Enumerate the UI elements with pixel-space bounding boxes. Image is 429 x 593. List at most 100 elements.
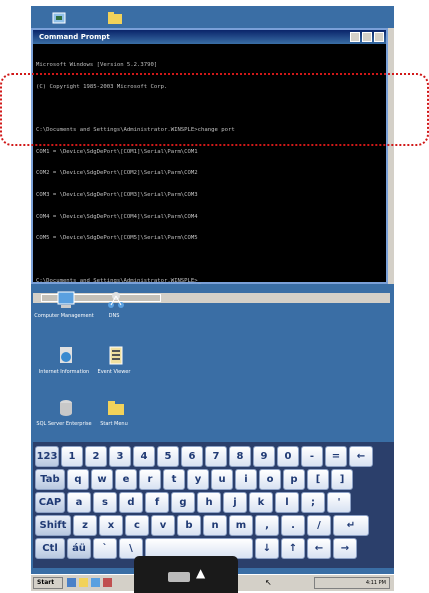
key-char[interactable]: 0 xyxy=(277,446,299,467)
globe-icon xyxy=(57,346,75,366)
system-tray: 4:11 PM xyxy=(314,577,390,589)
computer-icon xyxy=(57,290,75,310)
key-char[interactable]: t xyxy=(163,469,185,490)
key-char[interactable]: . xyxy=(281,515,305,536)
key-char[interactable]: 2 xyxy=(85,446,107,467)
database-icon xyxy=(57,398,75,418)
console-line: COM3 = \Device\SdgDePort\[COM3]\Serial\P… xyxy=(36,191,198,198)
desktop-icon-event-viewer[interactable]: Event Viewer xyxy=(83,346,145,406)
log-icon xyxy=(107,346,125,366)
vertical-scrollbar[interactable] xyxy=(388,28,394,284)
annotation-highlight xyxy=(0,73,429,146)
chevron-up-icon: ▲ xyxy=(196,566,206,580)
key-char[interactable]: ↑ xyxy=(281,538,305,559)
key-char[interactable]: ] xyxy=(331,469,353,490)
key-char[interactable]: → xyxy=(333,538,357,559)
key-char[interactable]: [ xyxy=(307,469,329,490)
quicklaunch-icon[interactable] xyxy=(79,578,88,587)
network-icon xyxy=(107,290,125,310)
key-char[interactable]: 4 xyxy=(133,446,155,467)
keyboard-toggle-handle[interactable]: ▲ xyxy=(134,556,238,593)
key-char[interactable]: p xyxy=(283,469,305,490)
key-char[interactable]: j xyxy=(223,492,247,513)
on-screen-keyboard: 123 1 2 3 4 5 6 7 8 9 0- = ← Tab q w e r t y u i o p[] CAP a s d f… xyxy=(33,442,394,568)
window-title-bar[interactable]: Command Prompt xyxy=(33,30,386,44)
key-sym[interactable]: áü xyxy=(67,538,91,559)
key-char[interactable]: ` xyxy=(93,538,117,559)
key-char[interactable]: b xyxy=(177,515,201,536)
key-char[interactable]: i xyxy=(235,469,257,490)
key-ctl[interactable]: Ctl xyxy=(35,538,65,559)
desktop-icon-label: DNS xyxy=(108,313,120,319)
key-123[interactable]: 123 xyxy=(35,446,59,467)
key-char[interactable]: ← xyxy=(349,446,373,467)
key-char[interactable]: r xyxy=(139,469,161,490)
folder-icon[interactable] xyxy=(107,10,123,24)
desktop-icon-label: Start Menu xyxy=(100,421,128,427)
keyboard-icon xyxy=(168,572,190,582)
key-char[interactable]: k xyxy=(249,492,273,513)
key-char[interactable]: o xyxy=(259,469,281,490)
key-char[interactable]: y xyxy=(187,469,209,490)
key-char[interactable]: ← xyxy=(307,538,331,559)
key-char[interactable]: w xyxy=(91,469,113,490)
key-char[interactable]: 6 xyxy=(181,446,203,467)
recycle-icon[interactable] xyxy=(51,10,67,24)
folder-icon xyxy=(107,398,125,418)
key-char[interactable]: m xyxy=(229,515,253,536)
key-char[interactable]: d xyxy=(119,492,143,513)
start-label: Start xyxy=(37,579,55,586)
key-char[interactable]: / xyxy=(307,515,331,536)
key-tab[interactable]: Tab xyxy=(35,469,65,490)
desktop-icon-label: Event Viewer xyxy=(97,369,131,375)
key-char[interactable]: 1 xyxy=(61,446,83,467)
key-char[interactable]: s xyxy=(93,492,117,513)
key-cap[interactable]: CAP xyxy=(35,492,65,513)
key-char[interactable]: ; xyxy=(301,492,325,513)
key-char[interactable]: e xyxy=(115,469,137,490)
key-char[interactable]: 8 xyxy=(229,446,251,467)
key-char[interactable]: ' xyxy=(327,492,351,513)
minimize-button[interactable] xyxy=(350,32,360,42)
console-line: C:\Documents and Settings\Administrator.… xyxy=(36,278,202,285)
key-char[interactable]: u xyxy=(211,469,233,490)
key-char[interactable]: 9 xyxy=(253,446,275,467)
command-prompt-window[interactable]: Command Prompt Microsoft Windows [Versio… xyxy=(31,28,390,303)
key-char[interactable]: f xyxy=(145,492,169,513)
desktop-icon-dns[interactable]: DNS xyxy=(83,290,145,350)
key-char[interactable]: z xyxy=(73,515,97,536)
key-char[interactable]: - xyxy=(301,446,323,467)
console-line: COM4 = \Device\SdgDePort\[COM4]\Serial\P… xyxy=(36,213,198,220)
key-char[interactable]: l xyxy=(275,492,299,513)
close-button[interactable] xyxy=(374,32,384,42)
console-line: COM5 = \Device\SdgDePort\[COM5]\Serial\P… xyxy=(36,235,198,242)
start-button[interactable]: Start xyxy=(33,577,63,589)
key-char[interactable]: 3 xyxy=(109,446,131,467)
key-char[interactable]: ↵ xyxy=(333,515,369,536)
key-char[interactable]: q xyxy=(67,469,89,490)
quicklaunch-icon[interactable] xyxy=(67,578,76,587)
key-char[interactable]: a xyxy=(67,492,91,513)
key-char[interactable]: v xyxy=(151,515,175,536)
console-line: Microsoft Windows [Version 5.2.3790] xyxy=(36,62,158,69)
key-char[interactable]: x xyxy=(99,515,123,536)
desktop-top-strip xyxy=(31,6,394,28)
key-char[interactable]: ↓ xyxy=(255,538,279,559)
key-shift[interactable]: Shift xyxy=(35,515,71,536)
maximize-button[interactable] xyxy=(362,32,372,42)
pointer-icon[interactable]: ↖ xyxy=(265,578,274,587)
clock[interactable]: 4:11 PM xyxy=(366,580,386,586)
key-char[interactable]: 7 xyxy=(205,446,227,467)
key-char[interactable]: n xyxy=(203,515,227,536)
key-char[interactable]: h xyxy=(197,492,221,513)
quicklaunch-icon[interactable] xyxy=(91,578,100,587)
key-char[interactable]: c xyxy=(125,515,149,536)
console-line: COM1 = \Device\SdgDePort\[COM1]\Serial\P… xyxy=(36,148,198,155)
quicklaunch-icon[interactable] xyxy=(103,578,112,587)
key-char[interactable]: , xyxy=(255,515,279,536)
key-char[interactable]: g xyxy=(171,492,195,513)
window-title: Command Prompt xyxy=(39,33,110,41)
key-char[interactable]: = xyxy=(325,446,347,467)
key-char[interactable]: 5 xyxy=(157,446,179,467)
